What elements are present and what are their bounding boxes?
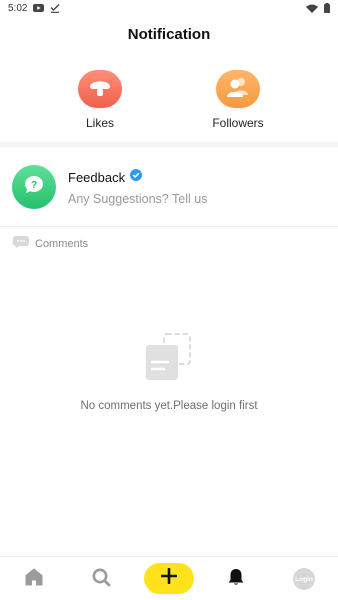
status-time: 5:02	[8, 2, 28, 14]
feedback-avatar: ?	[12, 165, 56, 209]
page-title: Notification	[127, 26, 211, 43]
comments-label: Comments	[35, 238, 89, 250]
followers-category[interactable]: Followers	[193, 70, 283, 130]
notification-categories: Likes Followers	[0, 70, 338, 132]
nav-login[interactable]: Login	[290, 565, 318, 593]
nav-notifications[interactable]	[222, 565, 250, 593]
nav-home[interactable]	[20, 565, 48, 593]
question-chat-icon: ?	[22, 173, 46, 202]
section-divider	[0, 142, 338, 147]
download-check-icon	[50, 3, 60, 13]
feedback-divider	[0, 226, 338, 227]
feedback-subtitle: Any Suggestions? Tell us	[68, 192, 208, 206]
plus-icon	[160, 567, 178, 589]
followers-icon-circle	[216, 70, 260, 108]
comments-header: Comments	[13, 235, 88, 253]
empty-state-text: No comments yet.Please login first	[80, 400, 258, 412]
youtube-icon	[33, 4, 45, 12]
empty-state: No comments yet.Please login first	[0, 332, 338, 412]
empty-document-icon	[144, 332, 194, 382]
svg-text:?: ?	[31, 180, 37, 191]
speech-bubble-icon	[13, 235, 29, 253]
followers-label: Followers	[212, 116, 264, 130]
likes-category[interactable]: Likes	[55, 70, 145, 130]
login-label: Login	[295, 575, 313, 583]
nav-add-button[interactable]	[144, 563, 194, 594]
home-icon	[24, 567, 44, 592]
bell-icon	[226, 567, 246, 592]
avatar-icon: Login	[293, 568, 315, 590]
wifi-icon	[306, 4, 318, 13]
feedback-item[interactable]: ? Feedback Any Suggestions? Tell us	[12, 160, 326, 214]
feedback-title: Feedback	[68, 169, 126, 185]
mushroom-icon	[88, 76, 112, 103]
nav-search[interactable]	[87, 565, 115, 593]
likes-icon-circle	[78, 70, 122, 108]
bottom-nav: Login	[0, 556, 338, 600]
status-bar: 5:02	[0, 0, 338, 16]
likes-label: Likes	[85, 116, 114, 130]
battery-icon	[324, 3, 330, 13]
search-icon	[91, 567, 111, 592]
users-icon	[225, 76, 251, 103]
page-header: Notification	[0, 26, 338, 43]
verified-badge-icon	[130, 168, 143, 186]
